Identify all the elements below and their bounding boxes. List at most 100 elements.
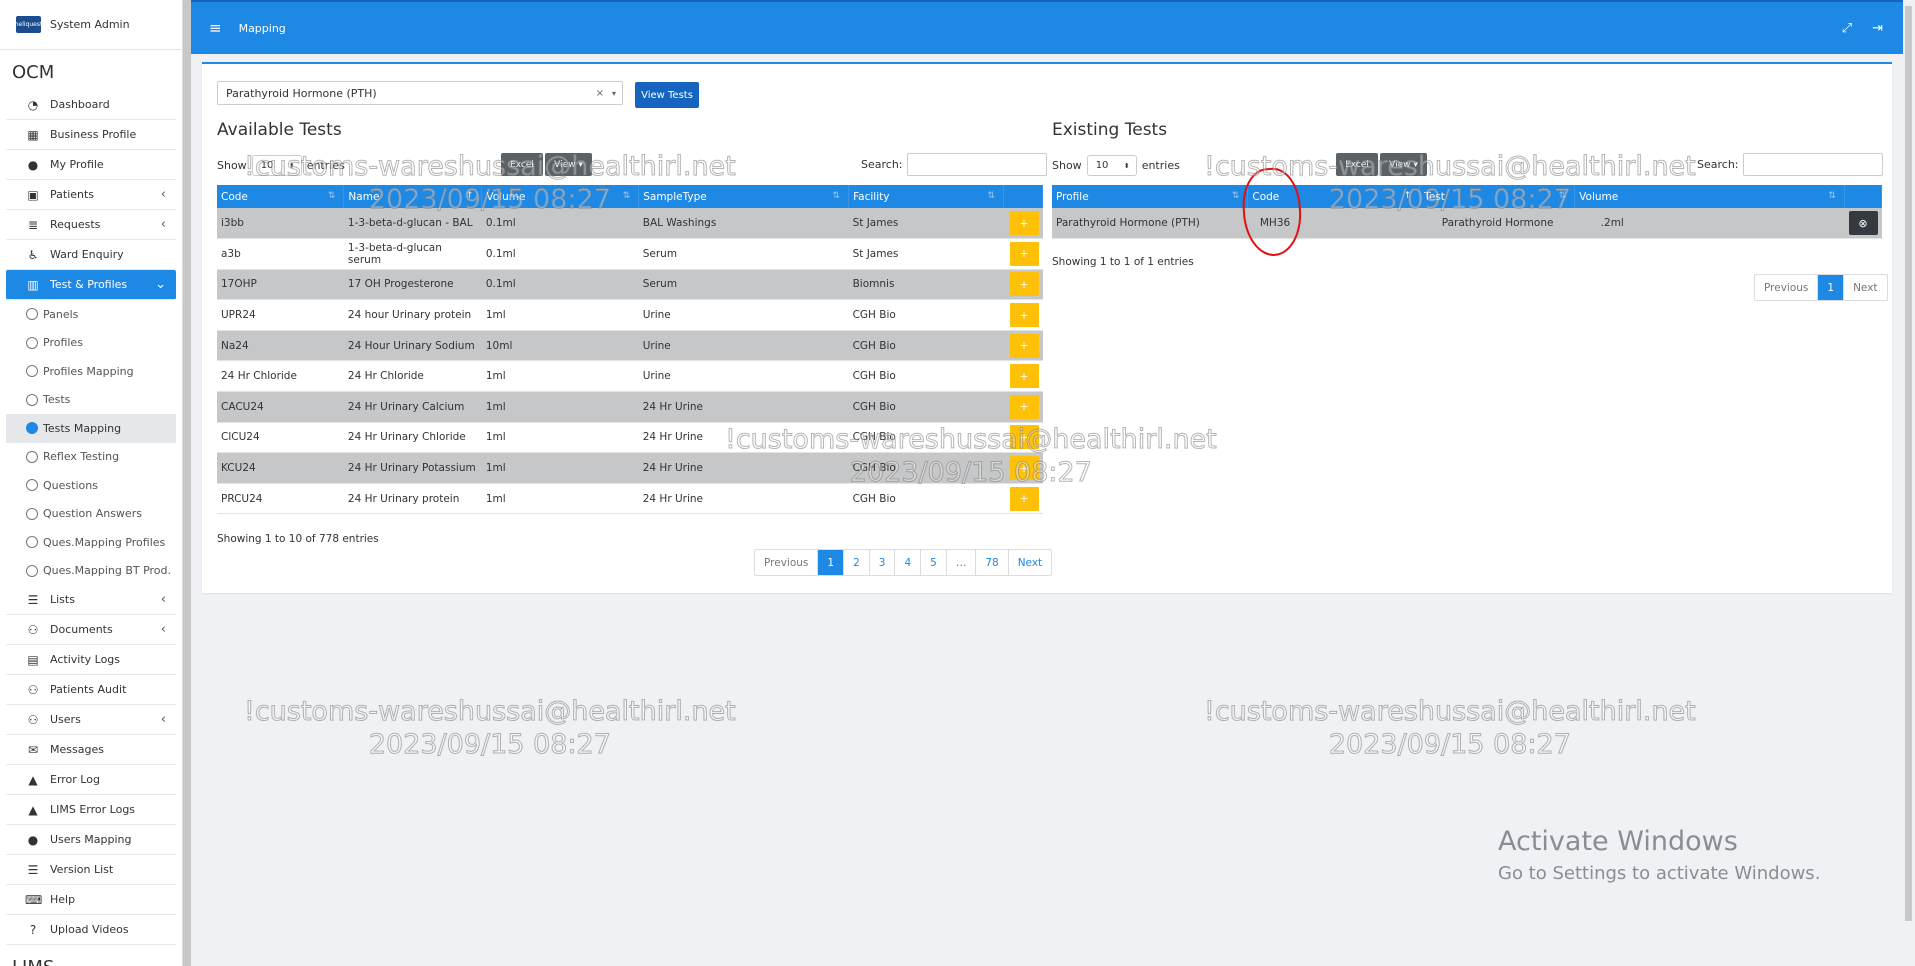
- table-row: a3b 1-3-beta-d-glucan serum 0.1ml Serum St J…: [217, 238, 1043, 270]
- add-test-button[interactable]: +: [1009, 272, 1039, 297]
- sidebar-item-lims-error-logs[interactable]: ▲ LIMS Error Logs: [6, 795, 176, 825]
- sidebar-item-patients[interactable]: ▣ Patients ‹: [6, 180, 176, 210]
- existing-pagination: Previous 1 Next: [1754, 274, 1888, 301]
- circle-icon: [26, 308, 38, 321]
- section-lims: LIMS: [0, 945, 182, 966]
- add-test-button[interactable]: +: [1009, 486, 1039, 511]
- scrollbar-thumb[interactable]: [1905, 6, 1912, 921]
- sidebar-item-upload-videos[interactable]: ? Upload Videos: [6, 915, 176, 945]
- sidebar-item-requests[interactable]: ≣ Requests ‹: [6, 210, 176, 240]
- watermark: !customs-wareshussai@healthirl.net 2023/0…: [244, 696, 737, 761]
- sidebar-item-ward-enquiry[interactable]: ♿ Ward Enquiry: [6, 240, 176, 270]
- pager-ellipsis: …: [947, 550, 977, 575]
- circle-icon: [26, 393, 38, 406]
- sidebar-item-my-profile[interactable]: ● My Profile: [6, 150, 176, 180]
- warning-icon: ▲: [28, 772, 38, 787]
- topbar: ≡ Mapping ⤢ ⇥: [191, 0, 1903, 54]
- caret-down-icon[interactable]: ▾: [612, 89, 616, 98]
- pager-page[interactable]: 4: [895, 550, 922, 575]
- app-logo[interactable]: heliquest: [15, 16, 42, 33]
- existing-info: Showing 1 to 1 of 1 entries: [1052, 256, 1194, 268]
- sidebar-item-patients-audit[interactable]: ⚇ Patients Audit: [6, 675, 176, 705]
- envelope-icon: ✉: [27, 742, 39, 757]
- sort-icon: ⇅: [832, 190, 841, 201]
- sidebar-scrollbar[interactable]: [183, 0, 191, 966]
- circle-icon: [26, 365, 38, 378]
- watermark: !customs-wareshussai@healthirl.net 2023/0…: [1204, 696, 1697, 761]
- circle-icon: [26, 536, 38, 549]
- clear-icon[interactable]: ×: [596, 88, 604, 99]
- pager-previous[interactable]: Previous: [755, 550, 819, 575]
- pager-page[interactable]: 3: [870, 550, 896, 575]
- sidebar-item-users-mapping[interactable]: ● Users Mapping: [6, 825, 176, 855]
- fullscreen-icon[interactable]: ⤢: [1842, 21, 1852, 36]
- logout-icon[interactable]: ⇥: [1872, 21, 1883, 36]
- sidebar-item-help[interactable]: ⌨ Help: [6, 885, 176, 915]
- sidebar-subitem-ques-mapping-profiles[interactable]: Ques.Mapping Profiles: [6, 528, 176, 557]
- sidebar-item-lists[interactable]: ☰ Lists ‹: [6, 585, 176, 615]
- sidebar-item-error-log[interactable]: ▲ Error Log: [6, 765, 176, 795]
- sidebar-subitem-reflex-testing[interactable]: Reflex Testing: [6, 443, 176, 472]
- pager-page[interactable]: 78: [976, 550, 1009, 575]
- add-test-button[interactable]: +: [1009, 211, 1039, 236]
- sidebar-header: heliquest System Admin: [0, 0, 182, 50]
- section-ocm: OCM: [12, 62, 55, 83]
- profile-select[interactable]: Parathyroid Hormone (PTH) × ▾: [217, 81, 623, 105]
- sidebar-subitem-questions[interactable]: Questions: [6, 471, 176, 500]
- sidebar-item-activity-logs[interactable]: ▤ Activity Logs: [6, 645, 176, 675]
- dashboard-icon: ◔: [27, 97, 39, 112]
- sidebar-subitem-tests-mapping[interactable]: Tests Mapping: [6, 414, 176, 443]
- watermark: !customs-wareshussai@healthirl.net 2023/0…: [725, 424, 1218, 489]
- sidebar-subitem-profiles-mapping[interactable]: Profiles Mapping: [6, 357, 176, 386]
- user-icon: ●: [27, 832, 39, 847]
- warning-icon: ▲: [28, 802, 38, 817]
- pager-next[interactable]: Next: [1844, 275, 1886, 300]
- patients-icon: ▣: [27, 187, 39, 202]
- view-tests-button[interactable]: View Tests: [635, 82, 699, 108]
- pager-previous[interactable]: Previous: [1755, 275, 1819, 300]
- add-test-button[interactable]: +: [1009, 241, 1039, 266]
- sidebar-item-test-profiles[interactable]: ▥ Test & Profiles ⌄: [6, 270, 176, 300]
- col-facility[interactable]: Facility ⇅: [848, 185, 1004, 208]
- circle-icon: [26, 450, 38, 463]
- page-scrollbar[interactable]: [1903, 0, 1915, 966]
- sidebar-subitem-profiles[interactable]: Profiles: [6, 329, 176, 358]
- watermark: !customs-wareshussai@healthirl.net 2023/0…: [244, 151, 737, 216]
- activate-windows-notice: Activate Windows Go to Settings to activ…: [1498, 826, 1821, 884]
- existing-search-input[interactable]: [1742, 153, 1883, 176]
- sidebar-item-version-list[interactable]: ☰ Version List: [6, 855, 176, 885]
- sidebar-subitem-ques-mapping-bt-prod[interactable]: Ques.Mapping BT Prod.: [6, 557, 176, 586]
- sidebar-subitem-tests[interactable]: Tests: [6, 386, 176, 415]
- sidebar-item-dashboard[interactable]: ◔ Dashboard: [6, 90, 176, 120]
- circle-icon: [26, 422, 38, 435]
- add-test-button[interactable]: +: [1009, 364, 1039, 389]
- add-test-button[interactable]: +: [1009, 333, 1039, 358]
- available-search-input[interactable]: [906, 153, 1047, 176]
- add-test-button[interactable]: +: [1009, 394, 1039, 419]
- pager-page[interactable]: 5: [921, 550, 947, 575]
- sidebar-item-messages[interactable]: ✉ Messages: [6, 735, 176, 765]
- pager-page[interactable]: 2: [844, 550, 870, 575]
- pager-next[interactable]: Next: [1009, 550, 1051, 575]
- list-icon: ☰: [27, 862, 39, 877]
- sidebar-subitem-panels[interactable]: Panels: [6, 300, 176, 329]
- remove-test-button[interactable]: ⊗: [1848, 211, 1878, 236]
- add-test-button[interactable]: +: [1009, 303, 1039, 328]
- user-name[interactable]: System Admin: [50, 18, 130, 31]
- existing-page-size-select[interactable]: 10 ⬍: [1086, 155, 1137, 176]
- sidebar-subitem-question-answers[interactable]: Question Answers: [6, 500, 176, 529]
- users-icon: ⚇: [27, 622, 39, 637]
- pager-page[interactable]: 1: [818, 550, 845, 575]
- available-tests-title: Available Tests: [217, 120, 342, 140]
- table-row: UPR24 24 hour Urinary protein 1ml Urine CGH …: [217, 299, 1043, 331]
- col-action: [1003, 185, 1044, 208]
- sidebar-item-users[interactable]: ⚇ Users ‹: [6, 705, 176, 735]
- pager-page[interactable]: 1: [1818, 275, 1845, 300]
- sidebar-item-business-profile[interactable]: ▦ Business Profile: [6, 120, 176, 150]
- sidebar-item-documents[interactable]: ⚇ Documents ‹: [6, 615, 176, 645]
- database-icon: ≣: [27, 217, 39, 232]
- hamburger-menu-icon[interactable]: ≡: [209, 19, 222, 37]
- users-icon: ⚇: [27, 712, 39, 727]
- circle-icon: [26, 507, 38, 520]
- col-action: [1844, 185, 1883, 208]
